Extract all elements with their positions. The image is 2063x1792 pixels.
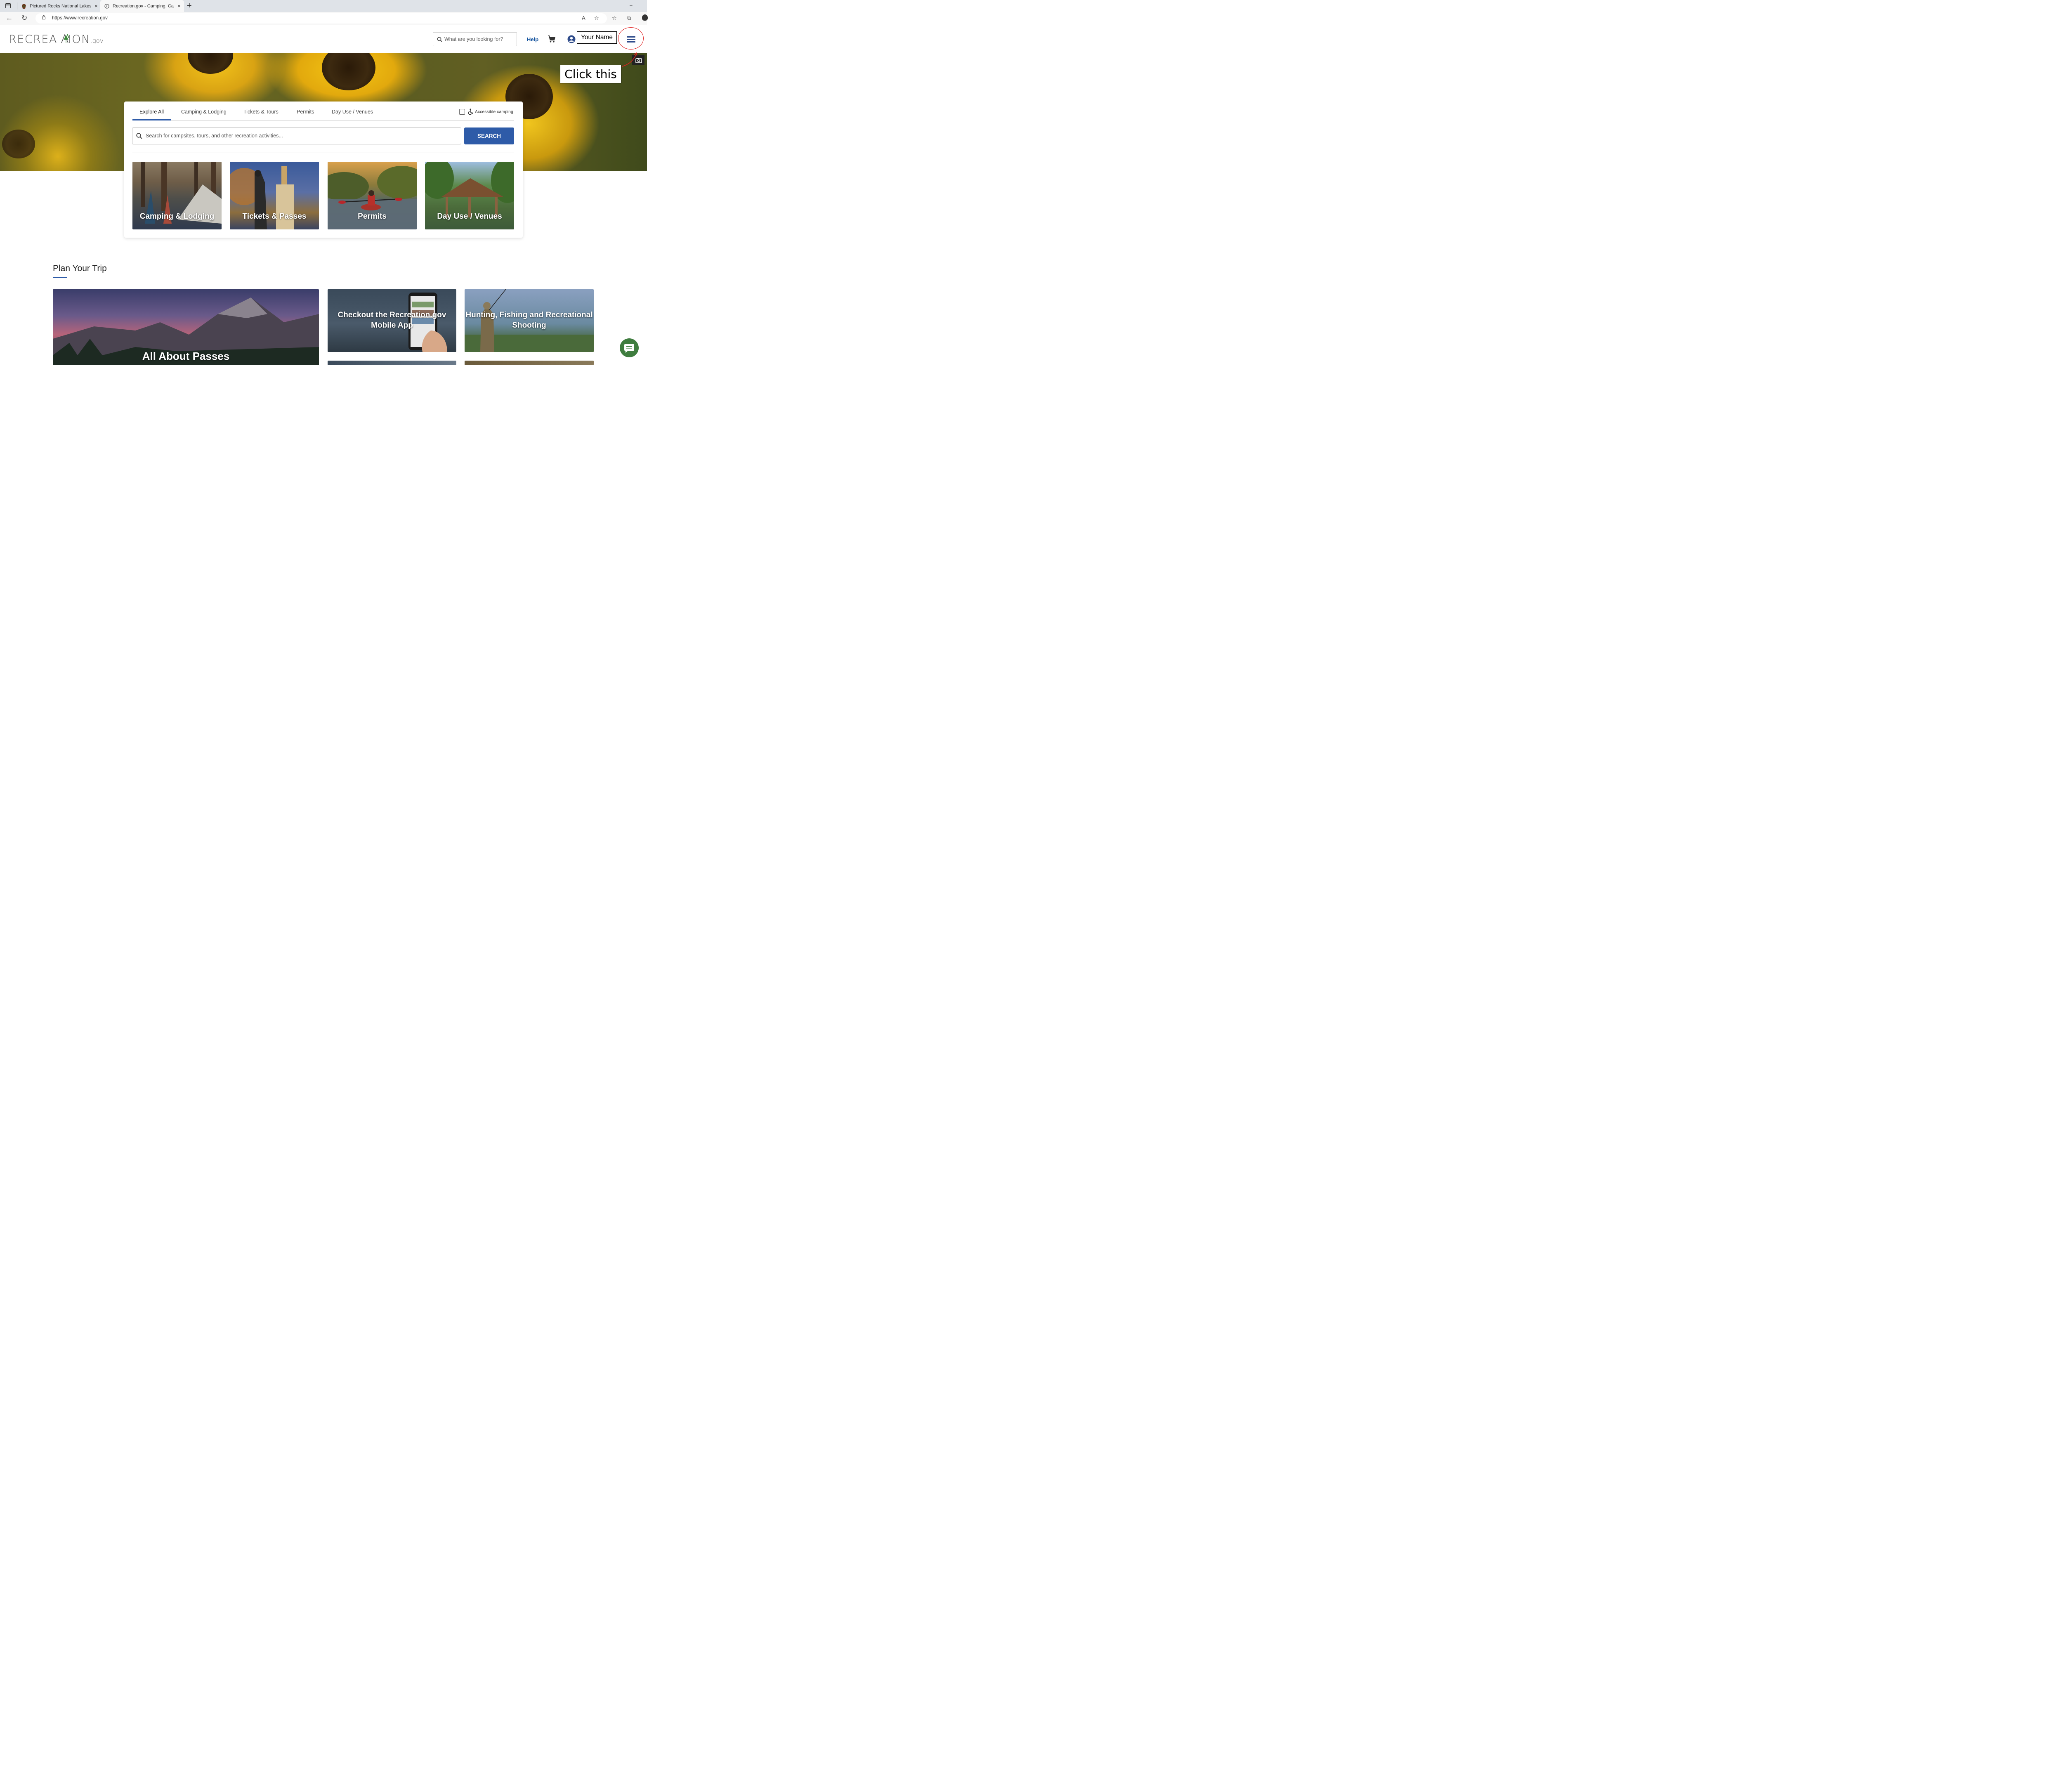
- tile-label: Checkout the Recreation.gov Mobile App: [338, 311, 446, 330]
- plan-tile-hunting-fishing[interactable]: Hunting, Fishing and Recreational Shooti…: [465, 289, 594, 352]
- user-account-icon[interactable]: [567, 35, 576, 43]
- help-link[interactable]: Help: [527, 36, 538, 42]
- header-search-box[interactable]: [433, 32, 517, 46]
- reload-icon[interactable]: ↻: [21, 14, 27, 22]
- highlight-circle: [618, 27, 644, 50]
- tab-permits[interactable]: Permits: [297, 109, 314, 115]
- user-name-label[interactable]: Your Name: [577, 31, 617, 44]
- accessible-camping-label[interactable]: Accessible camping: [475, 109, 513, 114]
- tab-camping-lodging[interactable]: Camping & Lodging: [181, 109, 227, 115]
- favorites-icon[interactable]: ☆: [612, 15, 617, 21]
- close-icon[interactable]: ×: [93, 3, 99, 9]
- flower-center: [2, 130, 35, 158]
- lock-icon[interactable]: [42, 15, 46, 19]
- main-search-input[interactable]: [146, 133, 455, 139]
- minimize-button[interactable]: –: [630, 2, 633, 8]
- search-button[interactable]: SEARCH: [464, 127, 514, 144]
- chat-icon: [624, 344, 634, 353]
- flower-center: [322, 53, 375, 90]
- heading-underline: [53, 277, 67, 278]
- plan-tile-mobile-app[interactable]: Checkout the Recreation.gov Mobile App: [328, 289, 456, 352]
- logo-text-start: RECREA: [9, 33, 57, 46]
- recreation-compass-icon: [104, 3, 109, 9]
- back-icon[interactable]: ←: [6, 14, 13, 22]
- recreation-logo[interactable]: RECREA ION.gov: [9, 33, 104, 46]
- tile-label: All About Passes: [142, 350, 230, 362]
- search-icon: [136, 133, 142, 139]
- plan-your-trip-heading: Plan Your Trip: [53, 264, 107, 273]
- nps-arrowhead-icon: [22, 3, 26, 9]
- category-tile-tickets[interactable]: Tickets & Passes: [230, 162, 319, 229]
- plan-tile-partial[interactable]: [328, 361, 456, 365]
- collections-icon[interactable]: ⧉: [627, 15, 631, 21]
- read-aloud-icon[interactable]: A: [582, 15, 585, 21]
- wheelchair-icon: [468, 109, 473, 115]
- annotation-arrow: [622, 52, 637, 67]
- profile-icon[interactable]: [642, 14, 648, 21]
- tab-day-use-venues[interactable]: Day Use / Venues: [332, 109, 373, 115]
- header-search-input[interactable]: [444, 36, 515, 42]
- plan-tile-passes[interactable]: All About Passes: [53, 289, 319, 365]
- plan-tile-partial[interactable]: [465, 361, 594, 365]
- tab-title: Pictured Rocks National Lakesho: [30, 3, 91, 9]
- tab-explore-all[interactable]: Explore All: [139, 109, 164, 115]
- category-tile-permits[interactable]: Permits: [328, 162, 417, 229]
- accessible-camping-checkbox[interactable]: [459, 109, 465, 115]
- active-tab-indicator: [132, 119, 171, 120]
- cart-icon[interactable]: [548, 35, 556, 43]
- url-field[interactable]: [35, 13, 607, 24]
- tile-label: Hunting, Fishing and Recreational Shooti…: [465, 311, 593, 330]
- tab-recreation-gov[interactable]: Recreation.gov - Camping, Cabin ×: [100, 0, 184, 12]
- search-icon: [437, 37, 442, 42]
- logo-gov: .gov: [90, 37, 104, 45]
- main-search-box[interactable]: [132, 127, 461, 144]
- tile-label: Tickets & Passes: [242, 212, 307, 221]
- new-tab-button[interactable]: +: [187, 2, 192, 10]
- logo-tree-icon: [61, 33, 69, 43]
- category-tile-day-use[interactable]: Day Use / Venues: [425, 162, 514, 229]
- add-favorite-icon[interactable]: ☆: [594, 15, 599, 21]
- flower-center: [188, 53, 233, 74]
- tab-title: Recreation.gov - Camping, Cabin: [113, 3, 174, 9]
- tab-actions-icon[interactable]: [5, 3, 11, 8]
- chat-button[interactable]: [620, 338, 639, 357]
- browser-tab-bar: Pictured Rocks National Lakesho × Recrea…: [0, 0, 647, 12]
- tab-pictured-rocks[interactable]: Pictured Rocks National Lakesho ×: [17, 0, 100, 12]
- tile-label: Permits: [358, 212, 387, 221]
- tile-label: Camping & Lodging: [139, 212, 215, 221]
- tile-label: Day Use / Venues: [437, 212, 502, 221]
- close-icon[interactable]: ×: [176, 3, 182, 9]
- category-tile-camping[interactable]: Camping & Lodging: [132, 162, 222, 229]
- logo-text-end: ION: [68, 33, 90, 46]
- annotation-callout: Click this: [560, 65, 621, 83]
- url-text[interactable]: https://www.recreation.gov: [52, 16, 108, 21]
- tab-tickets-tours[interactable]: Tickets & Tours: [243, 109, 279, 115]
